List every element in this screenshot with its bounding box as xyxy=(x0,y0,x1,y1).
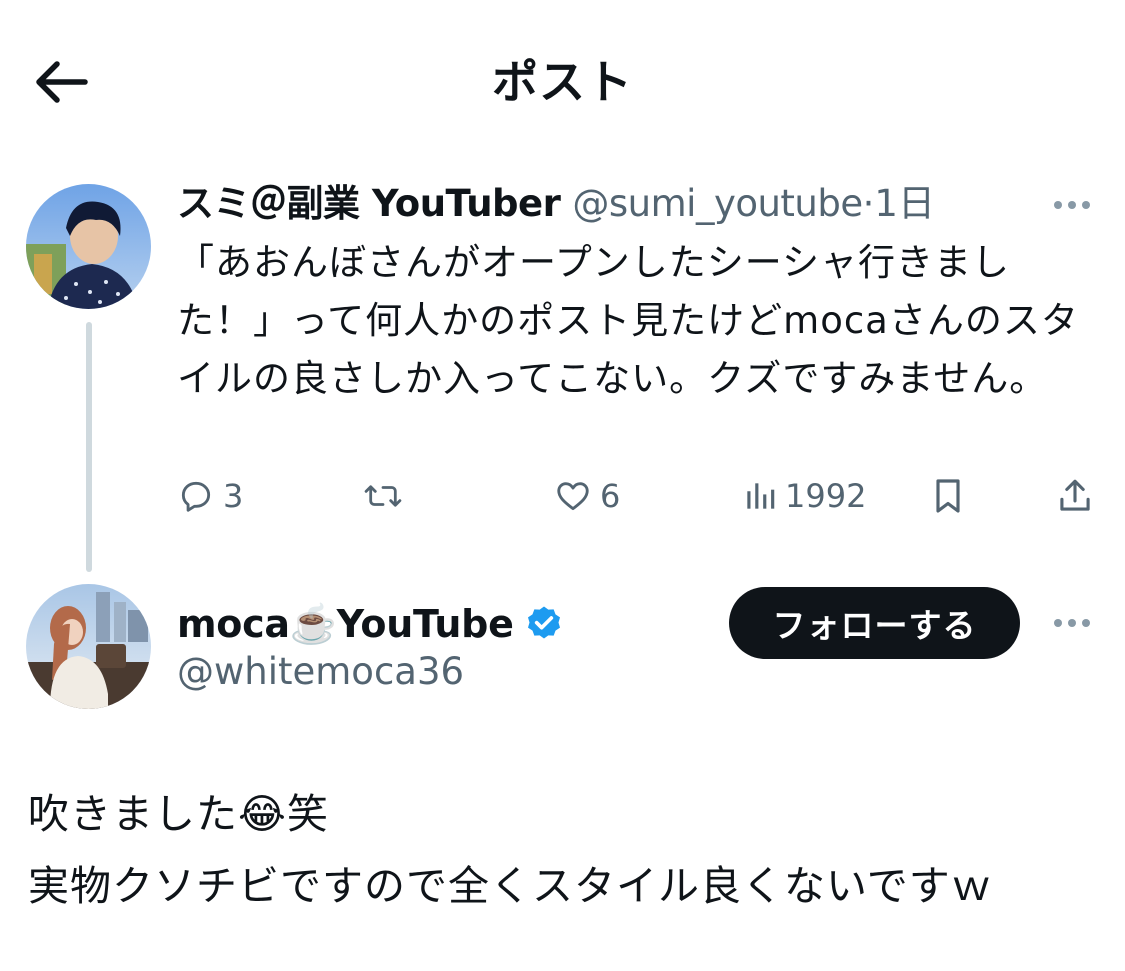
view-count: 1992 xyxy=(785,477,867,515)
follow-button[interactable]: フォローする xyxy=(729,587,1020,659)
display-name[interactable]: moca☕️YouTube xyxy=(177,597,514,651)
verified-badge-icon[interactable] xyxy=(524,604,564,644)
bookmark-icon xyxy=(936,479,960,513)
main-post-text-line2: 実物クソチビですので全くスタイル良くないですｗ xyxy=(28,862,993,910)
reply-icon xyxy=(181,481,211,512)
heart-icon xyxy=(557,482,589,511)
more-options-icon[interactable] xyxy=(1047,190,1097,220)
thread-connector-line xyxy=(86,322,92,572)
page-title: ポスト xyxy=(492,55,633,109)
main-post-header: moca☕️YouTube xyxy=(177,596,564,652)
share-button[interactable] xyxy=(1057,466,1093,526)
like-count: 6 xyxy=(600,477,621,515)
repost-button[interactable] xyxy=(363,466,403,526)
main-post-text-line1: 吹きました😂笑 xyxy=(28,790,329,838)
post-time[interactable]: 1日 xyxy=(874,182,935,225)
analytics-icon xyxy=(747,483,775,509)
main-post-text: 吹きました😂笑 実物クソチビですので全くスタイル良くないですｗ xyxy=(28,778,1098,922)
post-action-bar: 3 6 1992 xyxy=(177,466,1097,526)
user-handle[interactable]: @whitemoca36 xyxy=(177,646,464,698)
separator-dot: · xyxy=(862,182,875,225)
reply-button[interactable]: 3 xyxy=(177,466,243,526)
share-icon xyxy=(1060,479,1090,511)
reply-count: 3 xyxy=(223,477,244,515)
parent-post-header: スミ＠副業 YouTuber @sumi_youtube·1日 xyxy=(177,178,1085,234)
avatar-sumi[interactable] xyxy=(26,184,151,309)
views-button[interactable]: 1992 xyxy=(743,466,866,526)
bookmark-button[interactable] xyxy=(931,466,965,526)
display-name[interactable]: スミ＠副業 YouTuber xyxy=(177,182,561,225)
parent-post-text: 「あおんぼさんがオープンしたシーシャ行きました！」って何人かのポスト見たけどmo… xyxy=(177,241,1079,400)
avatar-moca[interactable] xyxy=(26,584,151,709)
more-options-icon[interactable] xyxy=(1047,608,1097,638)
repost-icon xyxy=(364,485,402,507)
like-button[interactable]: 6 xyxy=(554,466,620,526)
user-handle[interactable]: @sumi_youtube xyxy=(572,182,863,225)
top-bar: ポスト xyxy=(0,0,1125,165)
